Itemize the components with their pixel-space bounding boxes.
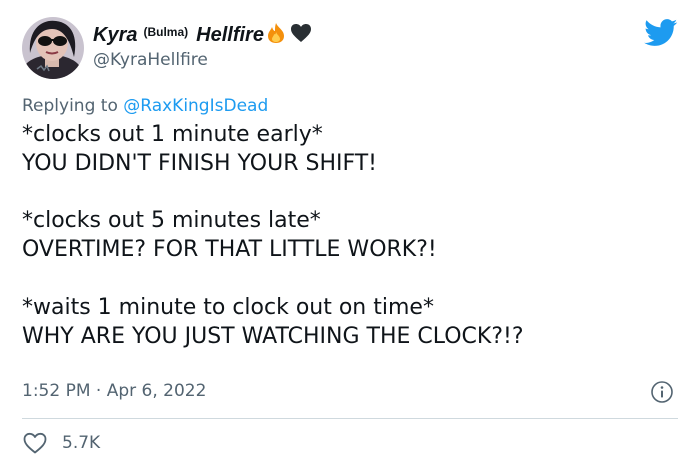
display-name[interactable]: Kyra (Bulma) Hellfire xyxy=(93,21,312,49)
tweet-text: *clocks out 1 minute early* YOU DIDN'T F… xyxy=(22,121,682,351)
user-handle[interactable]: @KyraHellfire xyxy=(93,50,208,70)
replying-to: Replying to @RaxKingIsDead xyxy=(22,96,268,116)
like-button[interactable]: 5.7K xyxy=(22,429,100,457)
black-heart-emoji-icon xyxy=(290,23,312,47)
meta-separator: · xyxy=(95,381,102,401)
tweet-line: OVERTIME? FOR THAT LITTLE WORK?! xyxy=(22,237,437,263)
divider xyxy=(22,418,678,419)
tweet-card: Kyra (Bulma) Hellfire @KyraHellfire Repl… xyxy=(0,0,700,471)
tweet-line: *clocks out 1 minute early* xyxy=(22,122,323,147)
replying-prefix: Replying to xyxy=(22,96,118,116)
name-first: Kyra xyxy=(93,23,138,46)
name-last: Hellfire xyxy=(196,23,264,46)
tweet-paragraph: *clocks out 5 minutes late* OVERTIME? FO… xyxy=(22,207,682,265)
avatar[interactable] xyxy=(22,17,84,79)
tweet-paragraph: *waits 1 minute to clock out on time* WH… xyxy=(22,294,682,352)
tweet-time: 1:52 PM xyxy=(22,381,91,401)
heart-icon[interactable] xyxy=(22,431,48,455)
like-count: 5.7K xyxy=(62,433,101,453)
tweet-line: *clocks out 5 minutes late* xyxy=(22,208,321,234)
info-icon[interactable] xyxy=(650,380,674,404)
fire-emoji-icon xyxy=(266,22,286,48)
tweet-line: WHY ARE YOU JUST WATCHING THE CLOCK?!? xyxy=(22,323,524,349)
tweet-date: Apr 6, 2022 xyxy=(106,381,207,401)
tweet-line: *waits 1 minute to clock out on time* xyxy=(22,294,434,320)
tweet-line: YOU DIDN'T FINISH YOUR SHIFT! xyxy=(22,150,377,176)
tweet-paragraph: *clocks out 1 minute early* YOU DIDN'T F… xyxy=(22,121,682,179)
tweet-meta[interactable]: 1:52 PM · Apr 6, 2022 xyxy=(22,381,206,401)
reply-mention-link[interactable]: @RaxKingIsDead xyxy=(123,96,268,116)
twitter-bird-icon[interactable] xyxy=(644,19,678,47)
name-middle: (Bulma) xyxy=(143,25,189,39)
